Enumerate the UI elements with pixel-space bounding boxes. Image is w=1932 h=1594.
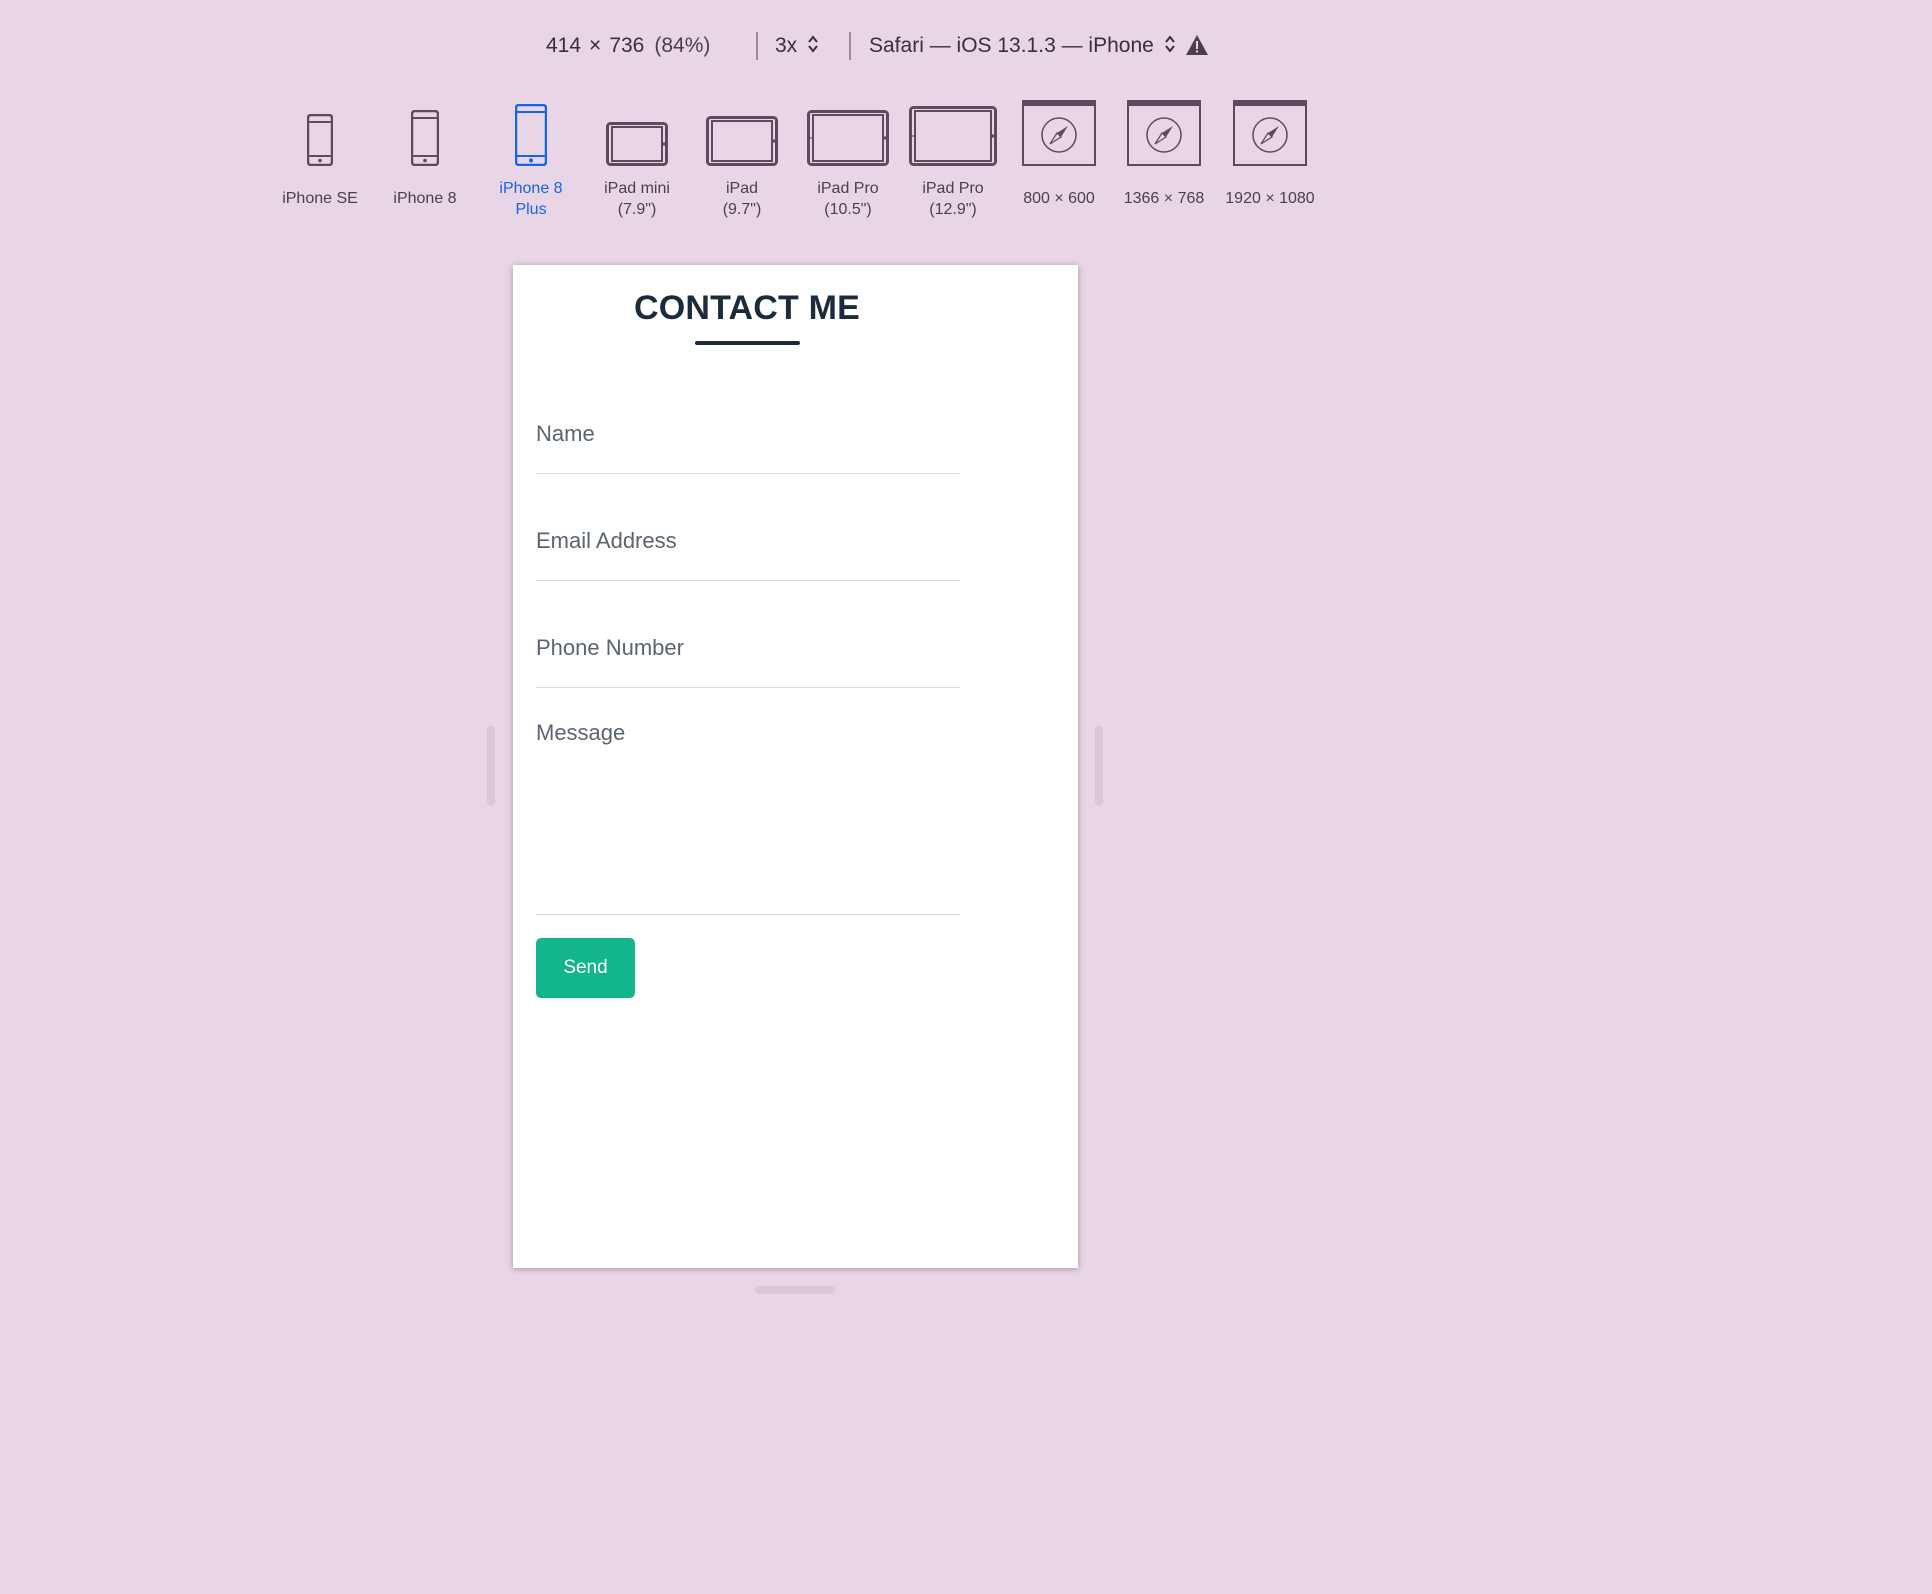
tablet-icon	[606, 122, 668, 166]
device-label: iPhone SE	[282, 190, 358, 207]
resize-handle-right[interactable]	[1095, 726, 1103, 806]
tablet-icon	[807, 110, 889, 166]
title-underline	[695, 341, 800, 345]
toolbar-divider	[756, 32, 758, 60]
resize-handle-bottom[interactable]	[755, 1286, 835, 1294]
dimension-separator: ×	[589, 34, 602, 57]
pixel-ratio-select[interactable]: 3x	[775, 26, 819, 66]
pixel-ratio-value: 3x	[775, 34, 798, 57]
device-iphone-8[interactable]: iPhone 8	[370, 98, 480, 209]
resize-handle-left[interactable]	[487, 726, 495, 806]
device-label: iPad Pro (12.9")	[922, 180, 984, 218]
stepper-icon	[808, 35, 818, 54]
zoom-level: (84%)	[654, 34, 711, 57]
device-label: iPad Pro (10.5")	[817, 180, 879, 218]
safari-window-icon	[1022, 100, 1096, 166]
warning-icon[interactable]	[1185, 34, 1209, 56]
viewport-height[interactable]: 736	[609, 34, 644, 57]
device-label: iPad mini (7.9")	[604, 180, 670, 218]
toolbar-divider	[849, 32, 851, 60]
phone-icon	[307, 114, 333, 166]
device-viewport: CONTACT ME Send	[513, 265, 1078, 1268]
device-800x600[interactable]: 800 × 600	[1004, 98, 1114, 209]
user-agent-value: Safari — iOS 13.1.3 — iPhone	[869, 34, 1154, 57]
phone-input[interactable]	[536, 609, 960, 688]
stepper-icon	[1164, 35, 1175, 54]
tablet-icon	[706, 116, 778, 166]
device-label: iPad (9.7")	[722, 180, 762, 218]
message-textarea[interactable]	[536, 720, 960, 915]
device-1366x768[interactable]: 1366 × 768	[1109, 98, 1219, 209]
device-label: iPhone 8 Plus	[499, 180, 563, 218]
device-1920x1080[interactable]: 1920 × 1080	[1215, 98, 1325, 209]
user-agent-select[interactable]: Safari — iOS 13.1.3 — iPhone	[869, 26, 1176, 66]
device-iphone-8-plus[interactable]: iPhone 8 Plus	[476, 98, 586, 220]
email-input[interactable]	[536, 502, 960, 581]
name-input[interactable]	[536, 395, 960, 474]
tablet-icon	[909, 106, 997, 166]
device-picker: iPhone SE iPhone 8 iPhone 8 Plus iPad mi…	[0, 98, 1568, 218]
device-iphone-se[interactable]: iPhone SE	[265, 98, 375, 209]
responsive-toolbar: 414 × 736 (84%) 3x Safari — iOS 13.1.3 — iP…	[0, 26, 1568, 66]
device-label: 1366 × 768	[1123, 190, 1205, 207]
safari-window-icon	[1127, 100, 1201, 166]
send-button[interactable]: Send	[536, 938, 635, 998]
device-ipad[interactable]: iPad (9.7")	[687, 98, 797, 220]
phone-icon	[411, 110, 439, 166]
safari-window-icon	[1233, 100, 1307, 166]
phone-icon	[515, 104, 547, 166]
device-ipad-pro-10-5[interactable]: iPad Pro (10.5")	[793, 98, 903, 220]
device-label: iPhone 8	[393, 190, 457, 207]
device-label: 800 × 600	[1023, 190, 1095, 207]
viewport-dimensions: 414 × 736 (84%)	[546, 26, 710, 66]
device-ipad-mini[interactable]: iPad mini (7.9")	[582, 98, 692, 220]
page-title: CONTACT ME	[633, 289, 861, 327]
device-ipad-pro-12-9[interactable]: iPad Pro (12.9")	[898, 98, 1008, 220]
device-label: 1920 × 1080	[1225, 190, 1315, 207]
viewport-width[interactable]: 414	[546, 34, 581, 57]
